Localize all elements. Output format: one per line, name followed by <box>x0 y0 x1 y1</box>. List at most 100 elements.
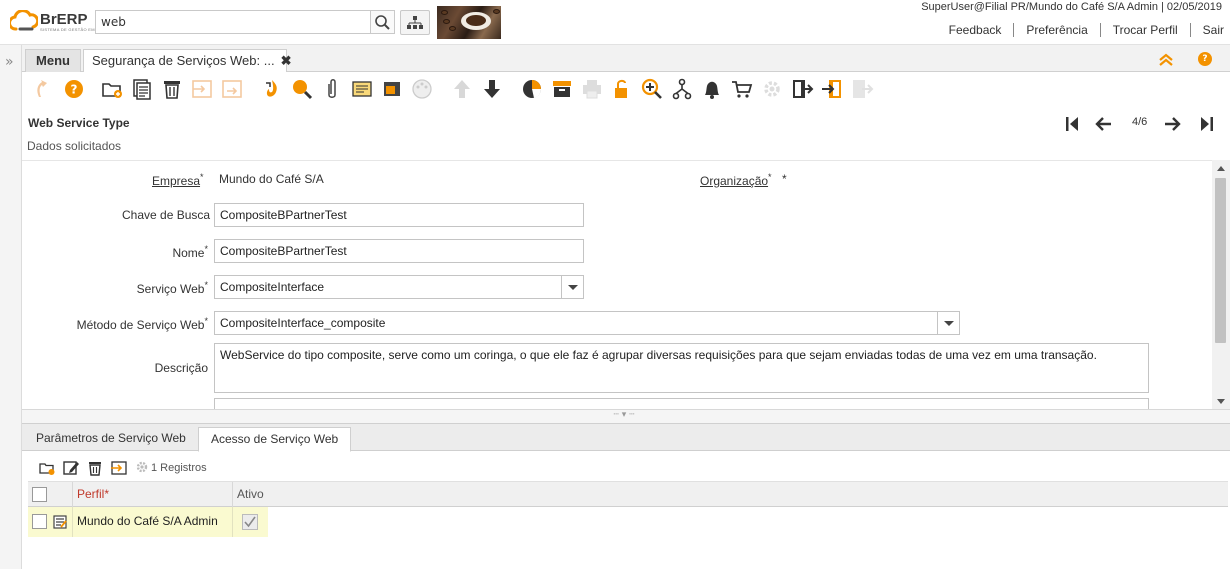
form-scrollbar[interactable] <box>1212 160 1230 409</box>
feedback-link[interactable]: Feedback <box>937 23 1015 37</box>
tab-menu[interactable]: Menu <box>25 49 81 72</box>
breadcrumb: Web Service Type 4/6 <box>22 108 1230 136</box>
select-all-header <box>28 482 73 508</box>
detail-edit-icon[interactable] <box>62 459 80 477</box>
organizacao-value: * <box>782 172 787 186</box>
window-toolbar: ? <box>22 72 1230 108</box>
metodo-servico-web-select[interactable]: CompositeInterface_composite <box>214 311 960 335</box>
detail-save-icon[interactable] <box>110 459 128 477</box>
nome-label: Nome* <box>172 244 208 260</box>
logout-link[interactable]: Sair <box>1191 23 1224 37</box>
tab-label: Segurança de Serviços Web: ... <box>92 53 275 68</box>
parent-record-icon[interactable] <box>450 77 474 101</box>
notification-icon[interactable] <box>700 77 724 101</box>
save-icon[interactable] <box>190 77 214 101</box>
descricao-label: Descrição <box>154 361 208 375</box>
preferences-link[interactable]: Preferência <box>1014 23 1101 37</box>
ativo-checkbox[interactable] <box>242 514 258 530</box>
next-record-icon[interactable] <box>1162 114 1182 134</box>
global-search <box>95 10 395 34</box>
record-form-panel: Dados solicitados Empresa* Mundo do Café… <box>22 136 1230 410</box>
checkmark-icon <box>244 516 256 528</box>
svg-text:?: ? <box>71 83 78 97</box>
tab-web-service-security[interactable]: Segurança de Serviços Web: ... ✖ <box>83 49 291 73</box>
edit-row-icon[interactable] <box>53 515 67 529</box>
header-links: Feedback Preferência Trocar Perfil Sair <box>937 23 1224 37</box>
help-icon[interactable]: ? <box>1198 52 1212 66</box>
detail-record-icon[interactable] <box>480 77 504 101</box>
user-context-info: SuperUser@Filial PR/Mundo do Café S/A Ad… <box>921 1 1222 13</box>
metodo-servico-web-dropdown-button[interactable] <box>937 312 959 334</box>
descricao-textarea[interactable]: WebService do tipo composite, serve como… <box>214 343 1149 393</box>
panel-splitter[interactable]: ┄ ▾ ┄ <box>22 410 1230 424</box>
save-create-icon[interactable] <box>220 77 244 101</box>
archive-icon[interactable] <box>550 77 574 101</box>
first-record-icon[interactable] <box>1062 114 1082 134</box>
search-button[interactable] <box>370 11 394 33</box>
column-header-ativo[interactable]: Ativo <box>233 482 1228 508</box>
chave-busca-field[interactable]: CompositeBPartnerTest <box>214 203 584 227</box>
chave-busca-label: Chave de Busca <box>122 208 211 222</box>
delete-icon[interactable] <box>160 77 184 101</box>
column-header-perfil[interactable]: Perfil* <box>73 482 233 508</box>
menu-tree-button[interactable] <box>400 10 430 35</box>
grid-header: Perfil* Ativo <box>28 481 1228 508</box>
previous-record-icon[interactable] <box>1094 114 1114 134</box>
new-record-icon[interactable] <box>100 77 124 101</box>
empresa-label[interactable]: Empresa* <box>152 172 204 188</box>
shopping-cart-icon[interactable] <box>730 77 754 101</box>
detail-delete-icon[interactable] <box>86 459 104 477</box>
cloud-logo-icon <box>8 9 40 31</box>
import-icon[interactable] <box>820 77 844 101</box>
servico-web-dropdown-button[interactable] <box>561 276 583 298</box>
form-body: Empresa* Mundo do Café S/A Organização* … <box>22 160 1212 409</box>
print-icon[interactable] <box>580 77 604 101</box>
scroll-down-arrow-icon[interactable] <box>1217 399 1225 404</box>
sitemap-icon <box>407 16 423 29</box>
find-icon[interactable] <box>290 77 314 101</box>
copy-record-icon[interactable] <box>130 77 154 101</box>
detail-new-icon[interactable] <box>38 459 56 477</box>
ajuda-textarea[interactable] <box>214 398 1149 409</box>
window-tabbar: Menu Segurança de Serviços Web: ... ✖ ? <box>22 45 1230 73</box>
change-role-link[interactable]: Trocar Perfil <box>1101 23 1191 37</box>
help-icon[interactable]: ? <box>62 77 86 101</box>
scroll-up-arrow-icon[interactable] <box>1217 166 1225 171</box>
ativo-cell <box>233 507 268 537</box>
refresh-icon[interactable] <box>260 77 284 101</box>
lock-icon[interactable] <box>610 77 634 101</box>
expand-panel-icon[interactable]: » <box>5 54 14 70</box>
organizacao-label[interactable]: Organização* <box>700 172 772 188</box>
file-import-icon[interactable] <box>850 77 874 101</box>
metodo-servico-web-value: CompositeInterface_composite <box>220 316 386 330</box>
report-icon[interactable] <box>520 77 544 101</box>
metodo-servico-web-label: Método de Serviço Web* <box>76 316 208 332</box>
tab-parametros-servico-web[interactable]: Parâmetros de Serviço Web <box>24 427 198 451</box>
attachment-icon[interactable] <box>320 77 344 101</box>
history-icon[interactable] <box>410 77 434 101</box>
detail-tabbar: Parâmetros de Serviço Web Acesso de Serv… <box>22 424 1230 452</box>
empresa-value: Mundo do Café S/A <box>219 172 324 186</box>
row-select-checkbox[interactable] <box>32 514 47 529</box>
splitter-handle-icon[interactable]: ┄ ▾ ┄ <box>588 411 660 421</box>
tab-acesso-servico-web[interactable]: Acesso de Serviço Web <box>198 427 352 452</box>
nome-field[interactable]: CompositeBPartnerTest <box>214 239 584 263</box>
collapse-header-icon[interactable] <box>1158 53 1174 67</box>
scroll-thumb[interactable] <box>1215 178 1226 343</box>
undo-icon[interactable] <box>32 77 56 101</box>
workflow-icon[interactable] <box>670 77 694 101</box>
search-input[interactable] <box>96 11 370 33</box>
export-icon[interactable] <box>790 77 814 101</box>
page-title: Web Service Type <box>28 116 130 130</box>
perfil-cell[interactable]: Mundo do Café S/A Admin <box>73 507 233 537</box>
chat-icon[interactable] <box>350 77 374 101</box>
select-all-checkbox[interactable] <box>32 487 47 502</box>
servico-web-select[interactable]: CompositeInterface <box>214 275 584 299</box>
zoom-across-icon[interactable] <box>640 77 664 101</box>
last-record-icon[interactable] <box>1197 114 1217 134</box>
close-tab-icon[interactable]: ✖ <box>281 53 292 68</box>
process-icon[interactable] <box>760 77 784 101</box>
grid-toggle-icon[interactable] <box>380 77 404 101</box>
top-header: BrERP SISTEMA DE GESTÃO EMPRESARIAL Supe… <box>0 0 1230 45</box>
table-row[interactable]: Mundo do Café S/A Admin <box>28 507 268 537</box>
